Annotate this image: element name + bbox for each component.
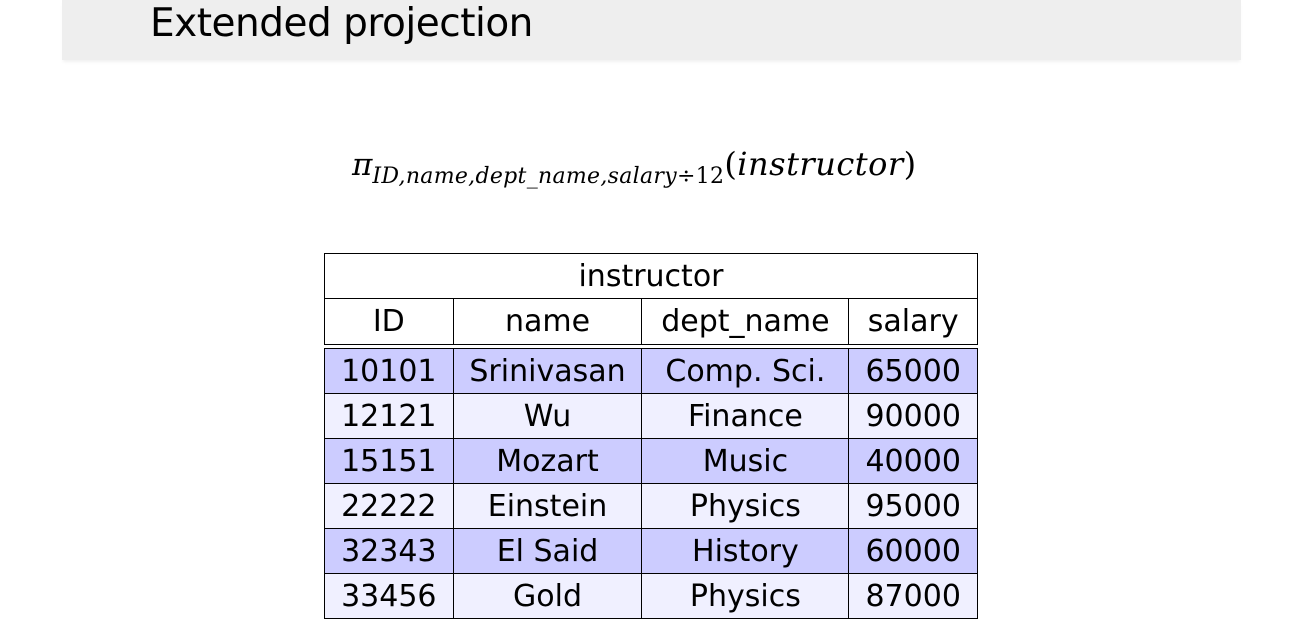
column-header: dept_name xyxy=(641,298,850,345)
instructor-table: instructor ID name dept_name salary 1010… xyxy=(324,253,978,619)
table-header-row: ID name dept_name salary xyxy=(324,298,978,345)
relation-name: instructor xyxy=(737,145,904,183)
close-paren: ) xyxy=(903,145,917,183)
cell-id: 32343 xyxy=(324,528,454,574)
table-row: 15151 Mozart Music 40000 xyxy=(324,438,978,484)
cell-dept-name: Comp. Sci. xyxy=(641,348,850,394)
cell-salary: 40000 xyxy=(848,438,978,484)
cell-id: 15151 xyxy=(324,438,454,484)
cell-name: Einstein xyxy=(452,483,643,529)
open-paren: ( xyxy=(724,145,738,183)
table-caption-row: instructor xyxy=(324,253,978,299)
column-header: ID xyxy=(324,298,454,345)
projection-argument: (instructor) xyxy=(724,145,916,183)
cell-salary: 60000 xyxy=(848,528,978,574)
cell-name: Wu xyxy=(452,393,643,439)
cell-dept-name: Physics xyxy=(641,483,850,529)
table-row: 12121 Wu Finance 90000 xyxy=(324,393,978,439)
table-caption: instructor xyxy=(324,253,978,299)
projection-operator: π xyxy=(352,147,373,183)
cell-dept-name: Finance xyxy=(641,393,850,439)
cell-name: Gold xyxy=(452,573,643,619)
cell-id: 22222 xyxy=(324,483,454,529)
cell-name: Mozart xyxy=(452,438,643,484)
table-row: 33456 Gold Physics 87000 xyxy=(324,573,978,619)
column-header: salary xyxy=(848,298,978,345)
cell-id: 12121 xyxy=(324,393,454,439)
cell-name: El Said xyxy=(452,528,643,574)
title-bar: Extended projection xyxy=(62,0,1241,60)
division-operator: ÷ xyxy=(676,164,696,189)
cell-id: 10101 xyxy=(324,348,454,394)
cell-dept-name: Physics xyxy=(641,573,850,619)
cell-salary: 95000 xyxy=(848,483,978,529)
slide-title: Extended projection xyxy=(150,1,533,46)
table-row: 32343 El Said History 60000 xyxy=(324,528,978,574)
column-header: name xyxy=(452,298,643,345)
projection-formula: πID,name,dept_name,salary÷12(instructor) xyxy=(352,145,917,189)
cell-dept-name: History xyxy=(641,528,850,574)
cell-salary: 90000 xyxy=(848,393,978,439)
projection-subscript: ID,name,dept_name,salary÷12 xyxy=(372,164,724,189)
cell-id: 33456 xyxy=(324,573,454,619)
table-row: 10101 Srinivasan Comp. Sci. 65000 xyxy=(324,348,978,394)
cell-name: Srinivasan xyxy=(452,348,643,394)
cell-salary: 65000 xyxy=(848,348,978,394)
division-constant: 12 xyxy=(695,164,725,189)
projection-attributes: ID,name,dept_name,salary xyxy=(372,164,677,189)
table-row: 22222 Einstein Physics 95000 xyxy=(324,483,978,529)
cell-salary: 87000 xyxy=(848,573,978,619)
cell-dept-name: Music xyxy=(641,438,850,484)
